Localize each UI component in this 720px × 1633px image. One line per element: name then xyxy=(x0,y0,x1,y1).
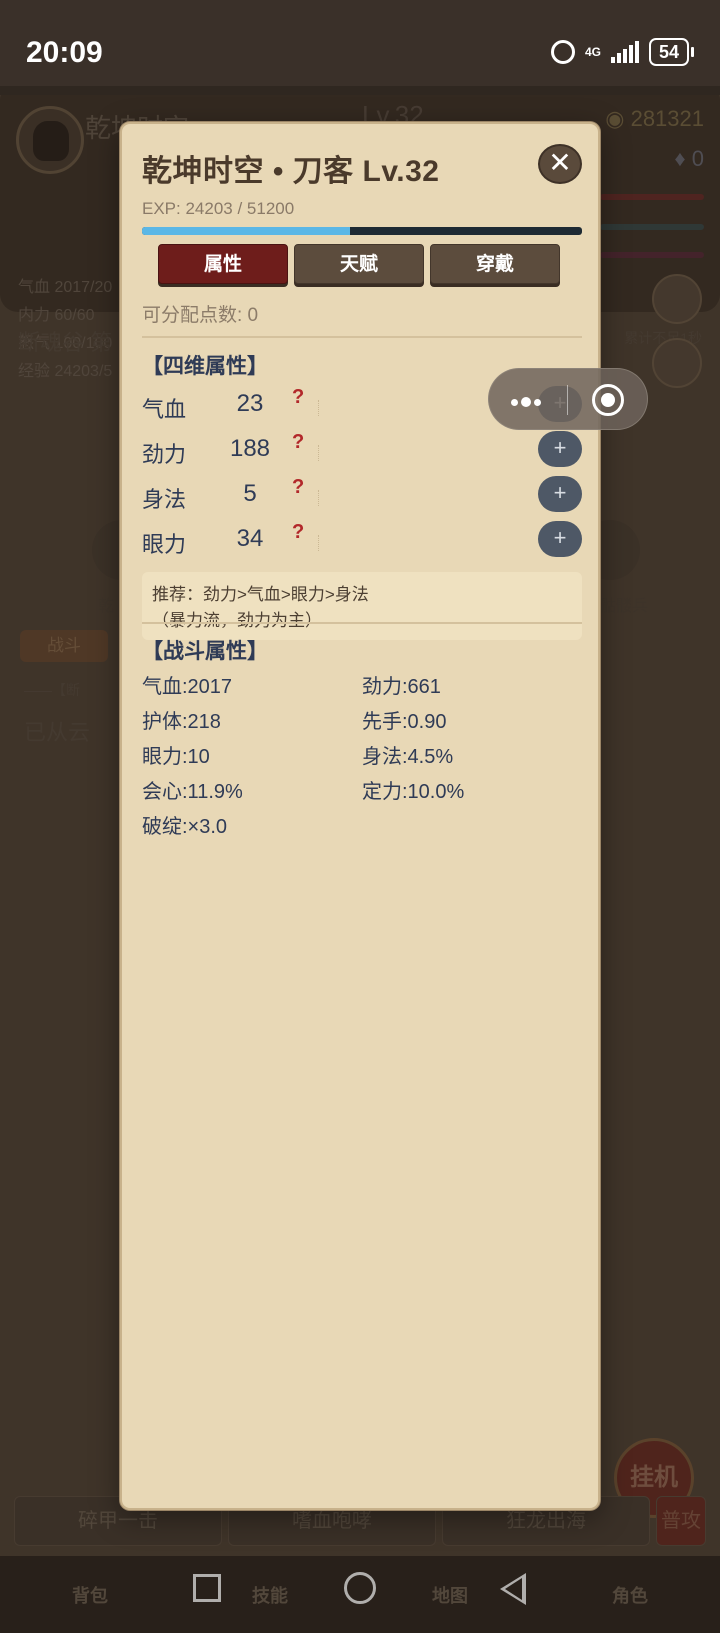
alarm-icon xyxy=(550,40,575,64)
four-dim-title: 【四维属性】 xyxy=(142,355,268,378)
help-icon[interactable]: ? xyxy=(292,476,304,499)
exp-bar xyxy=(142,227,582,235)
combat-stat: 先手:0.90 xyxy=(362,711,447,733)
recommendation-note: （暴力流，劲力为主） xyxy=(152,611,322,630)
exp-label: EXP: 24203 / 51200 xyxy=(142,199,295,218)
modal-title: 乾坤时空 • 刀客 Lv.32 xyxy=(142,155,440,188)
attribute-row: 眼力 34 ? + xyxy=(142,521,582,561)
combat-stat: 破绽:×3.0 xyxy=(142,816,228,838)
status-bar: 20:09 4G 54 xyxy=(0,0,720,95)
combat-stat: 定力:10.0% xyxy=(362,781,465,803)
modal-tabs: 属性 天赋 穿戴 xyxy=(158,244,560,284)
attribute-row: 劲力 188 ? + xyxy=(142,431,582,471)
close-miniprogram-icon[interactable] xyxy=(592,384,624,416)
separator xyxy=(318,535,320,551)
divider xyxy=(142,336,582,338)
combat-stat: 眼力:10 xyxy=(142,746,210,768)
add-point-button[interactable]: + xyxy=(538,476,582,512)
battery-tip xyxy=(691,47,694,57)
combat-stat: 护体:218 xyxy=(142,711,221,733)
combat-stat: 身法:4.5% xyxy=(362,746,454,768)
close-icon: ✕ xyxy=(548,147,572,178)
attribute-value: 34 xyxy=(236,525,264,552)
help-icon[interactable]: ? xyxy=(292,521,304,544)
help-icon[interactable]: ? xyxy=(292,386,304,409)
recommendation-box: 推荐：劲力>气血>眼力>身法 （暴力流，劲力为主） xyxy=(142,572,582,640)
combat-stat: 会心:11.9% xyxy=(142,781,243,803)
tab-talents[interactable]: 天赋 xyxy=(294,244,424,284)
attribute-value: 5 xyxy=(243,480,257,507)
attribute-label: 气血 xyxy=(142,397,187,422)
attribute-value: 188 xyxy=(229,435,271,462)
separator xyxy=(318,445,320,461)
signal-icon xyxy=(610,41,639,63)
separator xyxy=(318,400,320,416)
status-icons: 4G 54 xyxy=(550,38,694,66)
attribute-row: 身法 5 ? + xyxy=(142,476,582,516)
attribute-label: 身法 xyxy=(142,487,187,512)
tab-equipment[interactable]: 穿戴 xyxy=(430,244,560,284)
attribute-label: 眼力 xyxy=(142,532,187,557)
combat-stat: 劲力:661 xyxy=(362,676,441,698)
divider xyxy=(142,622,582,624)
network-type: 4G xyxy=(584,45,601,59)
combat-stats: 气血:2017 劲力:661 护体:218 先手:0.90 眼力:10 身法:4… xyxy=(142,675,582,839)
add-point-button[interactable]: + xyxy=(538,521,582,557)
attribute-label: 劲力 xyxy=(142,442,187,467)
close-button[interactable]: ✕ xyxy=(538,144,582,184)
available-points: 可分配点数: 0 xyxy=(142,305,259,326)
exp-bar-fill xyxy=(142,227,351,235)
separator xyxy=(318,490,320,506)
recommendation-text: 推荐：劲力>气血>眼力>身法 xyxy=(152,585,369,604)
capsule-divider xyxy=(567,385,568,415)
tab-attributes[interactable]: 属性 xyxy=(158,244,288,284)
help-icon[interactable]: ? xyxy=(292,431,304,454)
combat-title: 【战斗属性】 xyxy=(142,640,268,663)
more-menu-icon[interactable] xyxy=(511,397,541,407)
add-point-button[interactable]: + xyxy=(538,431,582,467)
mini-program-capsule xyxy=(488,368,648,430)
character-modal: 乾坤时空 • 刀客 Lv.32 ✕ EXP: 24203 / 51200 属性 … xyxy=(120,122,600,1510)
combat-stat: 气血:2017 xyxy=(142,676,233,698)
status-time: 20:09 xyxy=(26,36,103,69)
battery-icon: 54 xyxy=(648,38,689,66)
attribute-value: 23 xyxy=(236,390,264,417)
